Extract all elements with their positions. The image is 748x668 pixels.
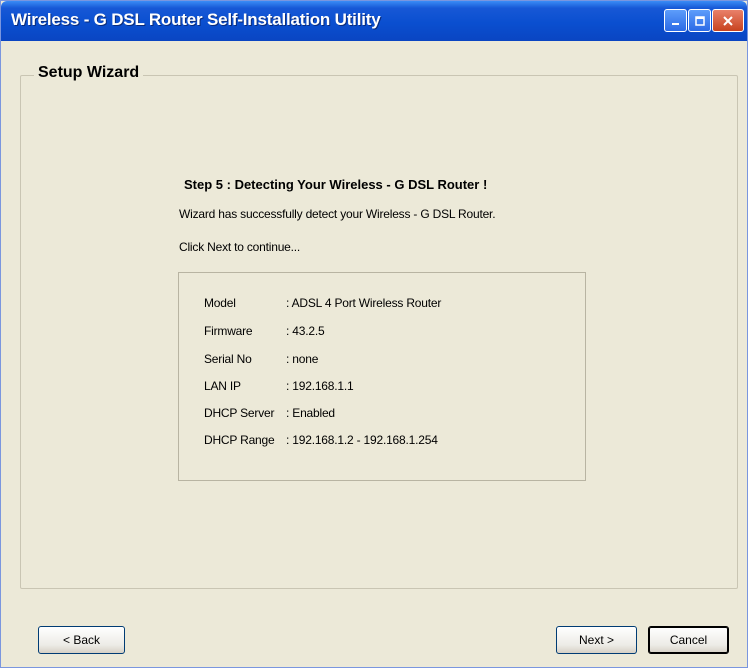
close-button[interactable] [712, 9, 744, 32]
info-value: : ADSL 4 Port Wireless Router [286, 296, 442, 310]
next-button[interactable]: Next > [556, 626, 637, 654]
maximize-button[interactable] [688, 9, 711, 32]
step-title: Step 5 : Detecting Your Wireless - G DSL… [184, 177, 488, 192]
info-label: Firmware [204, 324, 253, 338]
info-value: : Enabled [286, 406, 335, 420]
installer-window: Wireless - G DSL Router Self-Installatio… [0, 0, 748, 668]
info-label: Model [204, 296, 236, 310]
info-row-dhcp-range: DHCP Range : 192.168.1.2 - 192.168.1.254 [204, 433, 438, 447]
title-bar[interactable]: Wireless - G DSL Router Self-Installatio… [1, 1, 747, 41]
info-value: : 43.2.5 [286, 324, 325, 338]
group-label: Setup Wizard [34, 64, 144, 82]
back-button[interactable]: < Back [38, 626, 125, 654]
continue-instruction: Click Next to continue... [179, 240, 301, 254]
info-row-dhcp-server: DHCP Server : Enabled [204, 406, 335, 420]
cancel-button[interactable]: Cancel [648, 626, 729, 654]
minimize-button[interactable] [664, 9, 687, 32]
detect-message: Wizard has successfully detect your Wire… [179, 207, 496, 221]
info-value: : 192.168.1.1 [286, 379, 354, 393]
info-value: : 192.168.1.2 - 192.168.1.254 [286, 433, 438, 447]
close-icon [723, 15, 733, 26]
info-row-serial: Serial No : none [204, 352, 318, 366]
info-label: DHCP Server [204, 406, 275, 420]
info-label: Serial No [204, 352, 252, 366]
window-title: Wireless - G DSL Router Self-Installatio… [11, 10, 381, 29]
info-row-model: Model : ADSL 4 Port Wireless Router [204, 296, 441, 310]
info-label: LAN IP [204, 379, 241, 393]
info-value: : none [286, 352, 319, 366]
info-row-lan-ip: LAN IP : 192.168.1.1 [204, 379, 354, 393]
info-label: DHCP Range [204, 433, 275, 447]
minimize-icon [671, 22, 679, 25]
info-row-firmware: Firmware : 43.2.5 [204, 324, 325, 338]
maximize-icon [694, 15, 705, 26]
